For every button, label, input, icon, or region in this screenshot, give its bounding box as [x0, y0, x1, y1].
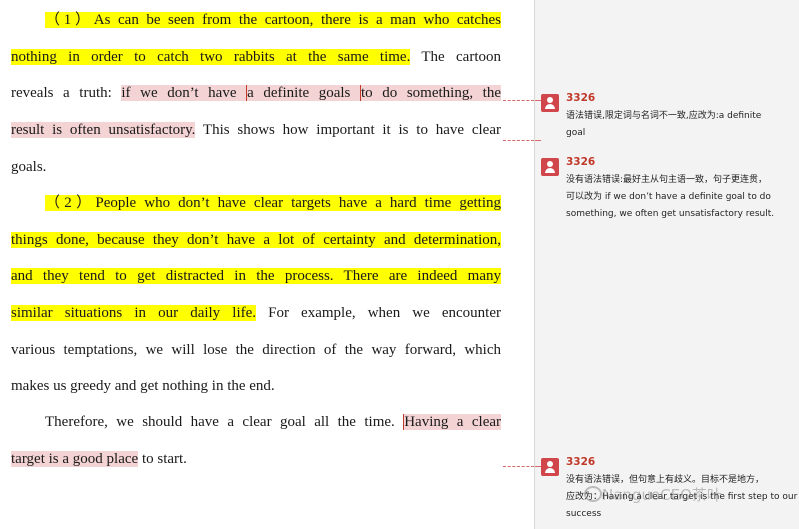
- highlighted-text: things done, because they don’t have a l…: [11, 231, 501, 248]
- body-text: The cartoon: [410, 48, 502, 65]
- body-text: Therefore, we should have a clear goal a…: [45, 414, 404, 430]
- user-avatar-icon: [541, 458, 559, 476]
- highlighted-text: nothing in order to catch two rabbits at…: [11, 48, 411, 65]
- highlighted-text: and they tend to get distracted in the p…: [11, 268, 501, 285]
- text-line: goals.: [11, 149, 501, 186]
- comment-leader-line: [503, 100, 534, 101]
- body-text: to start.: [138, 450, 187, 467]
- watermark: NanguoCEO茶叶: [602, 486, 722, 504]
- comment-author: 3326: [566, 456, 596, 468]
- comment-line: success: [566, 509, 602, 519]
- wechat-watermark-icon: [584, 486, 602, 502]
- comment-author: 3326: [566, 156, 596, 168]
- commented-text[interactable]: target is a good place: [11, 450, 139, 467]
- highlighted-text: similar situations in our daily life.: [11, 305, 257, 322]
- highlighted-text: （1）As can be seen from the cartoon, ther…: [45, 12, 501, 28]
- text-line: （2）People who don’t have clear targets h…: [11, 185, 501, 222]
- body-text: makes us greedy and get nothing in the e…: [11, 378, 275, 395]
- paragraph-2[interactable]: （2）People who don’t have clear targets h…: [11, 185, 501, 405]
- comment-text: 没有语法错误:最好主从句主语一致，句子更连贯， 可以改为 if we don’t…: [566, 172, 798, 223]
- highlighted-text: （2）People who don’t have clear targets h…: [45, 195, 501, 211]
- user-avatar-icon: [541, 158, 559, 176]
- comment-leader-line: [503, 466, 534, 467]
- comment-leader-line: [535, 140, 541, 141]
- text-line: （1）As can be seen from the cartoon, ther…: [11, 2, 501, 39]
- commented-text[interactable]: to do something, the: [359, 85, 501, 102]
- text-line: similar situations in our daily life. Fo…: [11, 295, 501, 332]
- comment-leader-line: [503, 140, 534, 141]
- text-line: nothing in order to catch two rabbits at…: [11, 39, 501, 76]
- text-line: things done, because they don’t have a l…: [11, 222, 501, 259]
- comment-line: goal: [566, 128, 586, 138]
- text-line: target is a good place to start.: [11, 441, 501, 478]
- user-avatar-icon: [541, 94, 559, 112]
- body-text: various temptations, we will lose the di…: [11, 341, 501, 358]
- body-text: goals.: [11, 158, 47, 175]
- body-text: reveals a truth:: [11, 85, 122, 102]
- comment-text: 语法错误,限定词与名词不一致,应改为:a definite goal: [566, 108, 798, 142]
- body-text: For example, when we encounter: [256, 305, 502, 322]
- text-line: various temptations, we will lose the di…: [11, 332, 501, 369]
- text-line: makes us greedy and get nothing in the e…: [11, 368, 501, 405]
- comments-pane[interactable]: 3326 语法错误,限定词与名词不一致,应改为:a definite goal …: [534, 0, 799, 529]
- comment-line: 没有语法错误:最好主从句主语一致，句子更连贯，: [566, 175, 768, 185]
- text-line: reveals a truth: if we don’t have a defi…: [11, 75, 501, 112]
- comment-line: something, we often get unsatisfactory r…: [566, 209, 775, 219]
- body-text: This shows how important it is to have c…: [195, 122, 501, 139]
- text-line: result is often unsatisfactory. This sho…: [11, 112, 501, 149]
- comment-author: 3326: [566, 92, 596, 104]
- text-line: and they tend to get distracted in the p…: [11, 258, 501, 295]
- commented-text[interactable]: if we don’t have: [121, 85, 247, 102]
- document-page[interactable]: （1）As can be seen from the cartoon, ther…: [0, 0, 534, 529]
- paragraph-1[interactable]: （1）As can be seen from the cartoon, ther…: [11, 2, 501, 185]
- commented-text[interactable]: result is often unsatisfactory.: [11, 122, 196, 139]
- comment-line: 语法错误,限定词与名词不一致,应改为:a definite: [566, 111, 762, 121]
- commented-text[interactable]: Having a clear: [403, 414, 502, 430]
- text-line: Therefore, we should have a clear goal a…: [11, 404, 502, 441]
- commented-text[interactable]: a definite goals: [246, 85, 360, 102]
- comment-line: 可以改为 if we don’t have a definite goal to…: [566, 192, 771, 202]
- paragraph-3[interactable]: Therefore, we should have a clear goal a…: [11, 404, 502, 478]
